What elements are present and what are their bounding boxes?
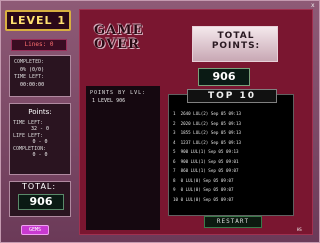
highscore-row: 10 0 LUL(0) Sep 05 09:07 bbox=[173, 196, 234, 202]
game-over-panel: GAME OVER TOTAL POINTS: 906 POINTS BY LV… bbox=[79, 9, 313, 235]
sidebar: LEVEL 1 Lines: 0 COMPLETED: 0% (0/0) TIM… bbox=[3, 3, 75, 241]
points-life-left-value: 0 - 0 bbox=[32, 139, 48, 145]
total-points-label: TOTAL POINTS: bbox=[211, 31, 261, 51]
points-completion-value: 0 - 0 bbox=[32, 152, 48, 158]
highscore-row: 7 860 LUL(1) Sep 05 09:07 bbox=[173, 168, 239, 173]
points-time-left-value: 32 - 0 bbox=[30, 126, 50, 132]
points-title: Points: bbox=[28, 108, 52, 116]
highscore-corner-label: HS bbox=[297, 227, 302, 232]
level-indicator: LEVEL 1 bbox=[5, 10, 71, 31]
total-value: 906 bbox=[18, 194, 64, 210]
highscore-row: 1 2640 LUL(2) Sep 05 09:13 bbox=[173, 111, 242, 116]
gems-button[interactable]: GEMS bbox=[21, 225, 49, 235]
total-label: TOTAL: bbox=[22, 182, 57, 191]
time-left-value: 00:00:00 bbox=[20, 82, 45, 88]
points-by-level-panel: POINTS BY LVL: 1 LEVEL 906 bbox=[86, 86, 160, 230]
highscore-list: 1 2640 LUL(2) Sep 05 09:13 2 2020 LUL(2)… bbox=[173, 109, 291, 204]
top10-table: TOP 10 1 2640 LUL(2) Sep 05 09:13 2 2020… bbox=[168, 89, 294, 216]
highscore-row: 4 1237 LUL(2) Sep 05 09:13 bbox=[173, 139, 242, 145]
highscore-row: 3 1855 LUL(2) Sep 05 09:13 bbox=[173, 130, 242, 135]
lines-counter: Lines: 0 bbox=[11, 39, 67, 51]
close-icon[interactable]: x bbox=[311, 3, 317, 9]
game-over-title: GAME OVER bbox=[94, 23, 144, 52]
game-window: LEVEL 1 Lines: 0 COMPLETED: 0% (0/0) TIM… bbox=[0, 0, 320, 243]
highscore-row: 5 900 LUL(1) Sep 05 09:13 bbox=[173, 149, 239, 154]
completed-label: COMPLETED: bbox=[14, 59, 45, 65]
stats-panel: COMPLETED: 0% (0/0) TIME LEFT: 00:00:00 bbox=[9, 55, 71, 97]
total-points-value: 906 bbox=[198, 68, 250, 86]
points-panel: Points: TIME LEFT: 32 - 0 LIFE LEFT: 0 -… bbox=[9, 103, 71, 175]
completed-value: 0% (0/0) bbox=[20, 67, 45, 73]
highscore-row: 2 2020 LUL(2) Sep 05 09:13 bbox=[173, 120, 242, 126]
total-points-badge: TOTAL POINTS: bbox=[192, 26, 278, 62]
points-by-level-title: POINTS BY LVL: bbox=[90, 90, 147, 96]
total-panel: TOTAL: 906 bbox=[9, 181, 71, 217]
highscore-row: 8 0 LUL(0) Sep 05 09:07 bbox=[173, 177, 234, 183]
time-left-label: TIME LEFT: bbox=[14, 74, 45, 80]
top10-title: TOP 10 bbox=[187, 89, 277, 103]
highscore-row: 6 900 LUL(1) Sep 05 09:01 bbox=[173, 158, 239, 164]
restart-button[interactable]: RESTART bbox=[204, 216, 262, 228]
points-by-level-row: 1 LEVEL 906 bbox=[92, 98, 126, 104]
highscore-row: 9 0 LUL(0) Sep 05 09:07 bbox=[173, 187, 234, 192]
